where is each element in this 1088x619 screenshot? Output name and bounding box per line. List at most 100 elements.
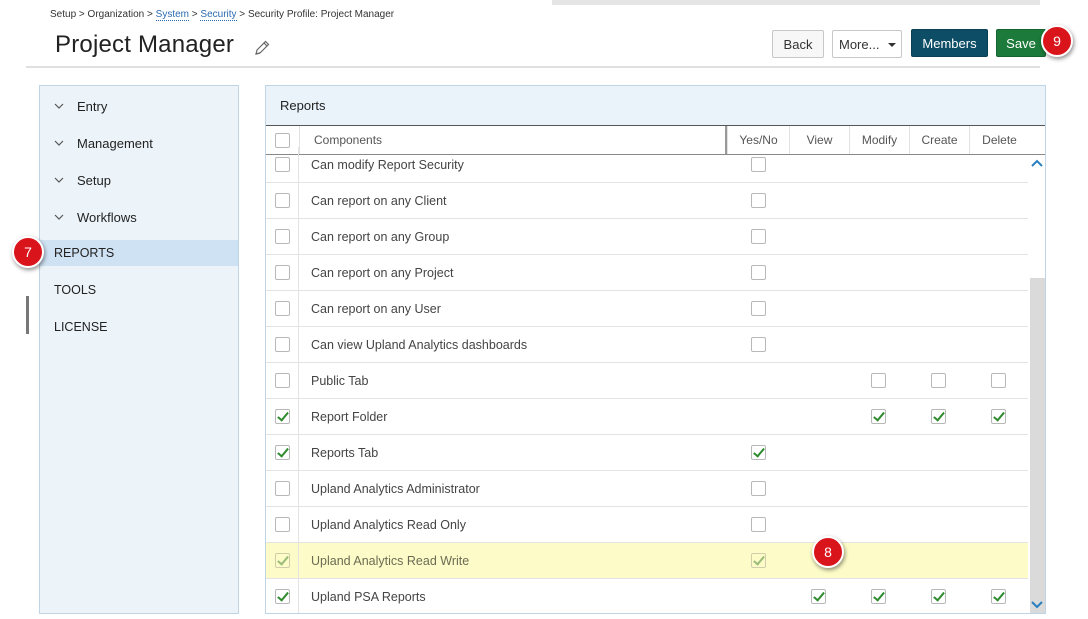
members-button[interactable]: Members — [911, 29, 988, 57]
table-row[interactable]: Can report on any Client — [266, 183, 1028, 219]
row-label: Upland Analytics Read Write — [311, 554, 470, 568]
callout-badge-7: 7 — [12, 236, 44, 268]
view-checkbox[interactable] — [811, 589, 826, 604]
sidebar-item-tools[interactable]: TOOLS — [40, 277, 238, 303]
yesno-checkbox[interactable] — [751, 301, 766, 316]
table-row[interactable]: Can report on any Project — [266, 255, 1028, 291]
row-select-checkbox[interactable] — [275, 409, 290, 424]
page-title: Project Manager — [55, 31, 235, 58]
yesno-checkbox[interactable] — [751, 193, 766, 208]
chevron-down-icon — [54, 103, 64, 109]
delete-checkbox[interactable] — [991, 373, 1006, 388]
sidebar-item-management[interactable]: Management — [40, 130, 238, 156]
yesno-checkbox[interactable] — [751, 229, 766, 244]
table-row[interactable]: Upland Analytics Read Write — [266, 543, 1028, 579]
row-select-cell — [266, 435, 299, 471]
reports-panel: Reports Components Yes/No View Modify Cr… — [265, 85, 1046, 614]
delete-checkbox[interactable] — [991, 409, 1006, 424]
yesno-checkbox[interactable] — [751, 553, 766, 568]
row-label: Upland PSA Reports — [311, 590, 426, 604]
sidebar-item-setup[interactable]: Setup — [40, 167, 238, 193]
breadcrumb-security[interactable]: Security — [200, 9, 237, 21]
sidebar-item-workflows[interactable]: Workflows — [40, 204, 238, 230]
table-row[interactable]: Report Folder — [266, 399, 1028, 435]
create-checkbox[interactable] — [931, 373, 946, 388]
sidebar-item-label: Setup — [77, 172, 111, 188]
row-label: Reports Tab — [311, 446, 379, 460]
table-row[interactable]: Can view Upland Analytics dashboards — [266, 327, 1028, 363]
table-row[interactable]: Can modify Report Security — [266, 147, 1028, 183]
row-select-cell — [266, 147, 299, 183]
table-row[interactable]: Public Tab — [266, 363, 1028, 399]
scrollbar-thumb[interactable] — [1030, 278, 1045, 613]
chevron-down-icon — [54, 140, 64, 146]
yesno-checkbox[interactable] — [751, 445, 766, 460]
yesno-checkbox[interactable] — [751, 517, 766, 532]
caret-down-icon — [888, 43, 896, 47]
breadcrumb: Setup > Organization > System > Security… — [50, 9, 394, 21]
table-row[interactable]: Can report on any Group — [266, 219, 1028, 255]
more-dropdown[interactable]: More... — [832, 30, 902, 58]
row-select-checkbox[interactable] — [275, 193, 290, 208]
row-label: Can report on any Client — [311, 194, 447, 208]
sidebar-item-entry[interactable]: Entry — [40, 93, 238, 119]
row-select-checkbox[interactable] — [275, 373, 290, 388]
breadcrumb-organization[interactable]: Organization — [88, 9, 145, 20]
row-select-checkbox[interactable] — [275, 229, 290, 244]
header-divider — [26, 66, 1040, 68]
yesno-checkbox[interactable] — [751, 265, 766, 280]
sidebar-item-label: Workflows — [77, 209, 137, 225]
table-row[interactable]: Upland Analytics Administrator — [266, 471, 1028, 507]
row-label: Can report on any Group — [311, 230, 450, 244]
row-select-checkbox[interactable] — [275, 481, 290, 496]
row-select-checkbox[interactable] — [275, 445, 290, 460]
back-button[interactable]: Back — [772, 30, 824, 58]
row-label: Upland Analytics Read Only — [311, 518, 466, 532]
sidebar-item-label: Management — [77, 135, 153, 151]
row-select-checkbox[interactable] — [275, 301, 290, 316]
row-label: Public Tab — [311, 374, 369, 388]
breadcrumb-setup[interactable]: Setup — [50, 9, 76, 20]
row-select-cell — [266, 291, 299, 327]
row-select-checkbox[interactable] — [275, 157, 290, 172]
row-select-checkbox[interactable] — [275, 589, 290, 604]
yesno-checkbox[interactable] — [751, 481, 766, 496]
modify-checkbox[interactable] — [871, 589, 886, 604]
row-select-cell — [266, 183, 299, 219]
row-select-cell — [266, 255, 299, 291]
sidebar-item-label: TOOLS — [54, 283, 97, 297]
row-select-checkbox[interactable] — [275, 553, 290, 568]
chevron-down-icon — [54, 214, 64, 220]
sidebar-item-reports[interactable]: REPORTS — [40, 240, 238, 266]
breadcrumb-sep: > — [76, 9, 88, 20]
breadcrumb-system[interactable]: System — [155, 9, 189, 21]
save-button[interactable]: Save — [996, 29, 1046, 57]
edit-pencil-icon[interactable] — [253, 39, 271, 57]
modify-checkbox[interactable] — [871, 373, 886, 388]
row-label: Can report on any Project — [311, 266, 454, 280]
row-select-checkbox[interactable] — [275, 265, 290, 280]
table-row[interactable]: Upland PSA Reports — [266, 579, 1028, 613]
modify-checkbox[interactable] — [871, 409, 886, 424]
sidebar-item-label: LICENSE — [54, 320, 108, 334]
create-checkbox[interactable] — [931, 589, 946, 604]
sidebar-item-license[interactable]: LICENSE — [40, 314, 238, 340]
select-all-checkbox[interactable] — [275, 132, 290, 148]
row-label: Can view Upland Analytics dashboards — [311, 338, 528, 352]
yesno-checkbox[interactable] — [751, 157, 766, 172]
chevron-up-icon[interactable] — [1031, 159, 1043, 167]
row-label: Upland Analytics Administrator — [311, 482, 480, 496]
vertical-scrollbar[interactable] — [1028, 155, 1045, 613]
row-select-checkbox[interactable] — [275, 517, 290, 532]
yesno-checkbox[interactable] — [751, 337, 766, 352]
row-label: Can modify Report Security — [311, 158, 464, 172]
table-row[interactable]: Reports Tab — [266, 435, 1028, 471]
table-row[interactable]: Upland Analytics Read Only — [266, 507, 1028, 543]
chevron-down-icon[interactable] — [1031, 601, 1043, 609]
row-select-checkbox[interactable] — [275, 337, 290, 352]
breadcrumb-sep: > — [189, 9, 201, 20]
create-checkbox[interactable] — [931, 409, 946, 424]
chevron-down-icon — [54, 177, 64, 183]
table-row[interactable]: Can report on any User — [266, 291, 1028, 327]
delete-checkbox[interactable] — [991, 589, 1006, 604]
